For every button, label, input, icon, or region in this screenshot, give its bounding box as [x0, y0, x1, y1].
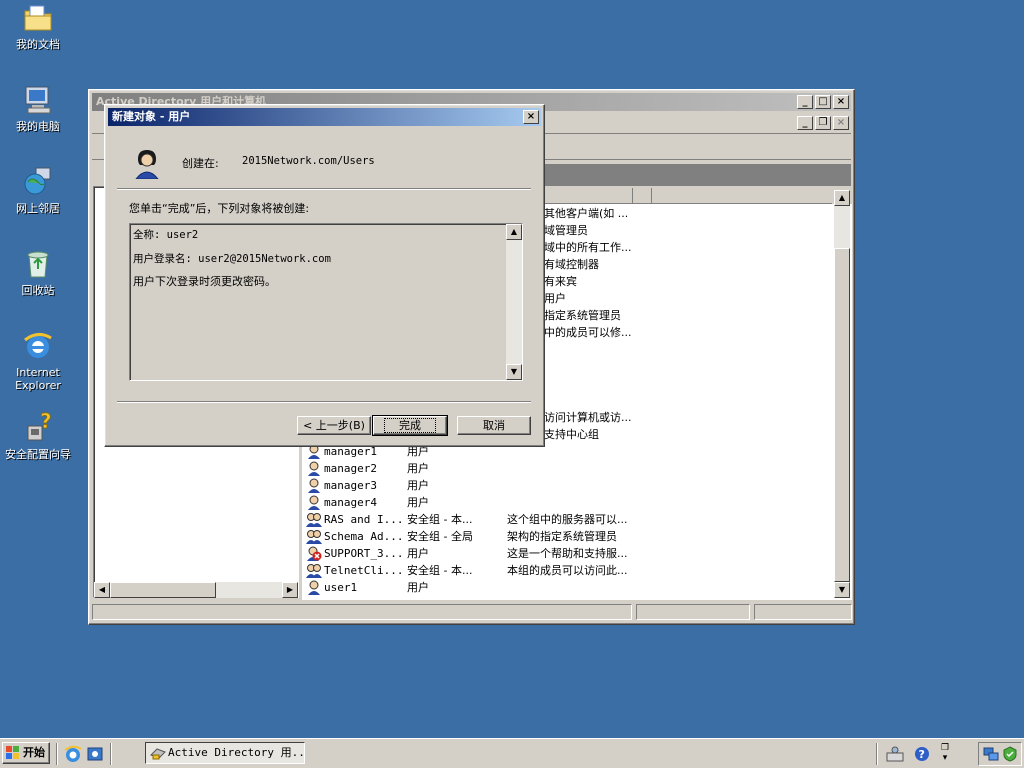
- separator-bottom: [117, 401, 531, 403]
- dialog-close-button[interactable]: ×: [523, 110, 539, 124]
- group-icon: [306, 563, 322, 578]
- list-header-bar: [544, 164, 851, 186]
- group-desc: 有来宾: [544, 275, 577, 288]
- summary-vscrollbar[interactable]: ▲ ▼: [506, 224, 522, 380]
- list-scroll-up[interactable]: ▲: [834, 190, 850, 206]
- tree-hscrollbar[interactable]: ◀ ▶: [94, 582, 298, 598]
- table-row[interactable]: manager4 用户: [306, 494, 842, 511]
- group-desc: 用户: [544, 292, 566, 305]
- tree-scroll-thumb[interactable]: [110, 582, 216, 598]
- table-row[interactable]: TelnetCli... 安全组 - 本... 本组的成员可以访问此...: [306, 562, 842, 579]
- cancel-button[interactable]: 取消: [457, 416, 531, 435]
- table-row[interactable]: manager3 用户: [306, 477, 842, 494]
- network-status-icon[interactable]: [983, 746, 999, 762]
- summary-scroll-down[interactable]: ▼: [506, 364, 522, 380]
- desktop-icon-label: 我的文档: [16, 38, 60, 51]
- group-desc: 指定系统管理员: [544, 309, 621, 322]
- user-icon: [306, 461, 322, 476]
- back-button[interactable]: < 上一步(B): [297, 416, 371, 435]
- desktop-icon-security-wizard[interactable]: ? 安全配置向导: [0, 409, 76, 461]
- group-icon: [306, 512, 322, 527]
- user-icon: [306, 495, 322, 510]
- disabled-user-icon: [306, 546, 322, 561]
- start-button[interactable]: 开始: [2, 742, 50, 764]
- group-desc: 访问计算机或访...: [544, 411, 632, 424]
- child-minimize-button[interactable]: _: [797, 116, 813, 130]
- network-globe-icon: [22, 166, 54, 198]
- separator-top: [117, 188, 531, 190]
- summary-box[interactable]: 全称: user2 用户登录名: user2@2015Network.com 用…: [129, 223, 523, 381]
- desktop-icon-label: 安全配置向导: [5, 448, 71, 461]
- svg-text:?: ?: [919, 748, 925, 761]
- group-desc: 有域控制器: [544, 258, 599, 271]
- minimize-button[interactable]: _: [797, 95, 813, 109]
- desktop-icon-my-computer[interactable]: 我的电脑: [0, 84, 76, 133]
- dialog-titlebar[interactable]: 新建对象 - 用户 ×: [108, 108, 541, 126]
- table-row[interactable]: manager2 用户: [306, 460, 842, 477]
- quicklaunch-divider: [56, 743, 58, 765]
- svg-text:?: ?: [40, 412, 52, 433]
- table-row[interactable]: user1 用户: [306, 579, 842, 596]
- windows-logo-icon: [6, 746, 20, 760]
- group-icon: [306, 529, 322, 544]
- child-restore-button[interactable]: ❐: [815, 116, 831, 130]
- user-avatar-icon: [133, 149, 161, 180]
- desktop-icon-label: 我的电脑: [16, 120, 60, 133]
- group-desc: 域管理员: [544, 224, 588, 237]
- taskbar-task-ad[interactable]: Active Directory 用...: [145, 742, 305, 764]
- tray-keyboard-icon[interactable]: [886, 745, 904, 763]
- new-user-dialog[interactable]: 新建对象 - 用户 × 创建在: 2015Network.com/Users 您…: [104, 104, 545, 447]
- desktop-icon-internet-explorer[interactable]: Internet Explorer: [0, 330, 76, 392]
- table-row[interactable]: RAS and I... 安全组 - 本... 这个组中的服务器可以...: [306, 511, 842, 528]
- tree-scroll-right[interactable]: ▶: [282, 582, 298, 598]
- folder-icon: [22, 2, 54, 34]
- quicklaunch-ie-icon[interactable]: [64, 745, 82, 763]
- desktop-icon-recycle-bin[interactable]: 回收站: [0, 248, 76, 297]
- ad-app-icon: [150, 746, 166, 760]
- computer-icon: [22, 84, 54, 116]
- start-label: 开始: [23, 746, 45, 759]
- table-row[interactable]: Schema Ad... 安全组 - 全局 架构的指定系统管理员: [306, 528, 842, 545]
- quicklaunch-divider: [110, 743, 112, 765]
- group-desc: 支持中心组: [544, 428, 599, 441]
- group-desc: 其他客户端(如 ...: [544, 207, 629, 220]
- recycle-bin-icon: [22, 248, 54, 280]
- desktop-icon-label: 网上邻居: [16, 202, 60, 215]
- tray-help-icon[interactable]: ?: [913, 745, 931, 763]
- tray-restore-icon[interactable]: ❐ ▾: [938, 743, 952, 765]
- desktop-icon-my-documents[interactable]: 我的文档: [0, 2, 76, 51]
- tree-scroll-left[interactable]: ◀: [94, 582, 110, 598]
- created-in-label: 创建在:: [182, 157, 219, 170]
- taskbar-task-label: Active Directory 用...: [168, 746, 305, 759]
- security-wizard-icon: ?: [22, 409, 54, 444]
- group-desc: 中的成员可以修...: [544, 326, 632, 339]
- instruction-text: 您单击“完成”后，下列对象将被创建:: [129, 202, 310, 215]
- column-headers[interactable]: [544, 188, 832, 204]
- dialog-title: 新建对象 - 用户: [112, 110, 191, 123]
- group-desc: 域中的所有工作...: [544, 241, 632, 254]
- finish-button[interactable]: 完成: [372, 415, 448, 436]
- created-in-path: 2015Network.com/Users: [242, 155, 375, 167]
- desktop-icon-label: Internet Explorer: [15, 366, 61, 392]
- system-tray: [978, 742, 1022, 766]
- user-icon: [306, 478, 322, 493]
- quicklaunch-desktop-icon[interactable]: [86, 745, 104, 763]
- close-button[interactable]: ×: [833, 95, 849, 109]
- security-shield-icon[interactable]: [1002, 746, 1018, 762]
- table-row[interactable]: SUPPORT_3... 用户 这是一个帮助和支持服...: [306, 545, 842, 562]
- summary-scroll-up[interactable]: ▲: [506, 224, 522, 240]
- summary-line: 用户登录名: user2@2015Network.com: [133, 253, 331, 265]
- child-close-button[interactable]: ×: [833, 116, 849, 130]
- desktop-icon-network[interactable]: 网上邻居: [0, 166, 76, 215]
- ie-icon: [22, 330, 54, 362]
- summary-line: 全称: user2: [133, 229, 199, 241]
- status-bar: [92, 602, 852, 622]
- user-icon: [306, 580, 322, 595]
- maximize-button[interactable]: □: [815, 95, 831, 109]
- desktop-icon-label: 回收站: [21, 284, 55, 297]
- summary-line: 用户下次登录时须更改密码。: [133, 275, 276, 288]
- taskbar: 开始 Active Directory 用... ? ❐ ▾: [0, 738, 1024, 768]
- tray-divider: [876, 743, 878, 765]
